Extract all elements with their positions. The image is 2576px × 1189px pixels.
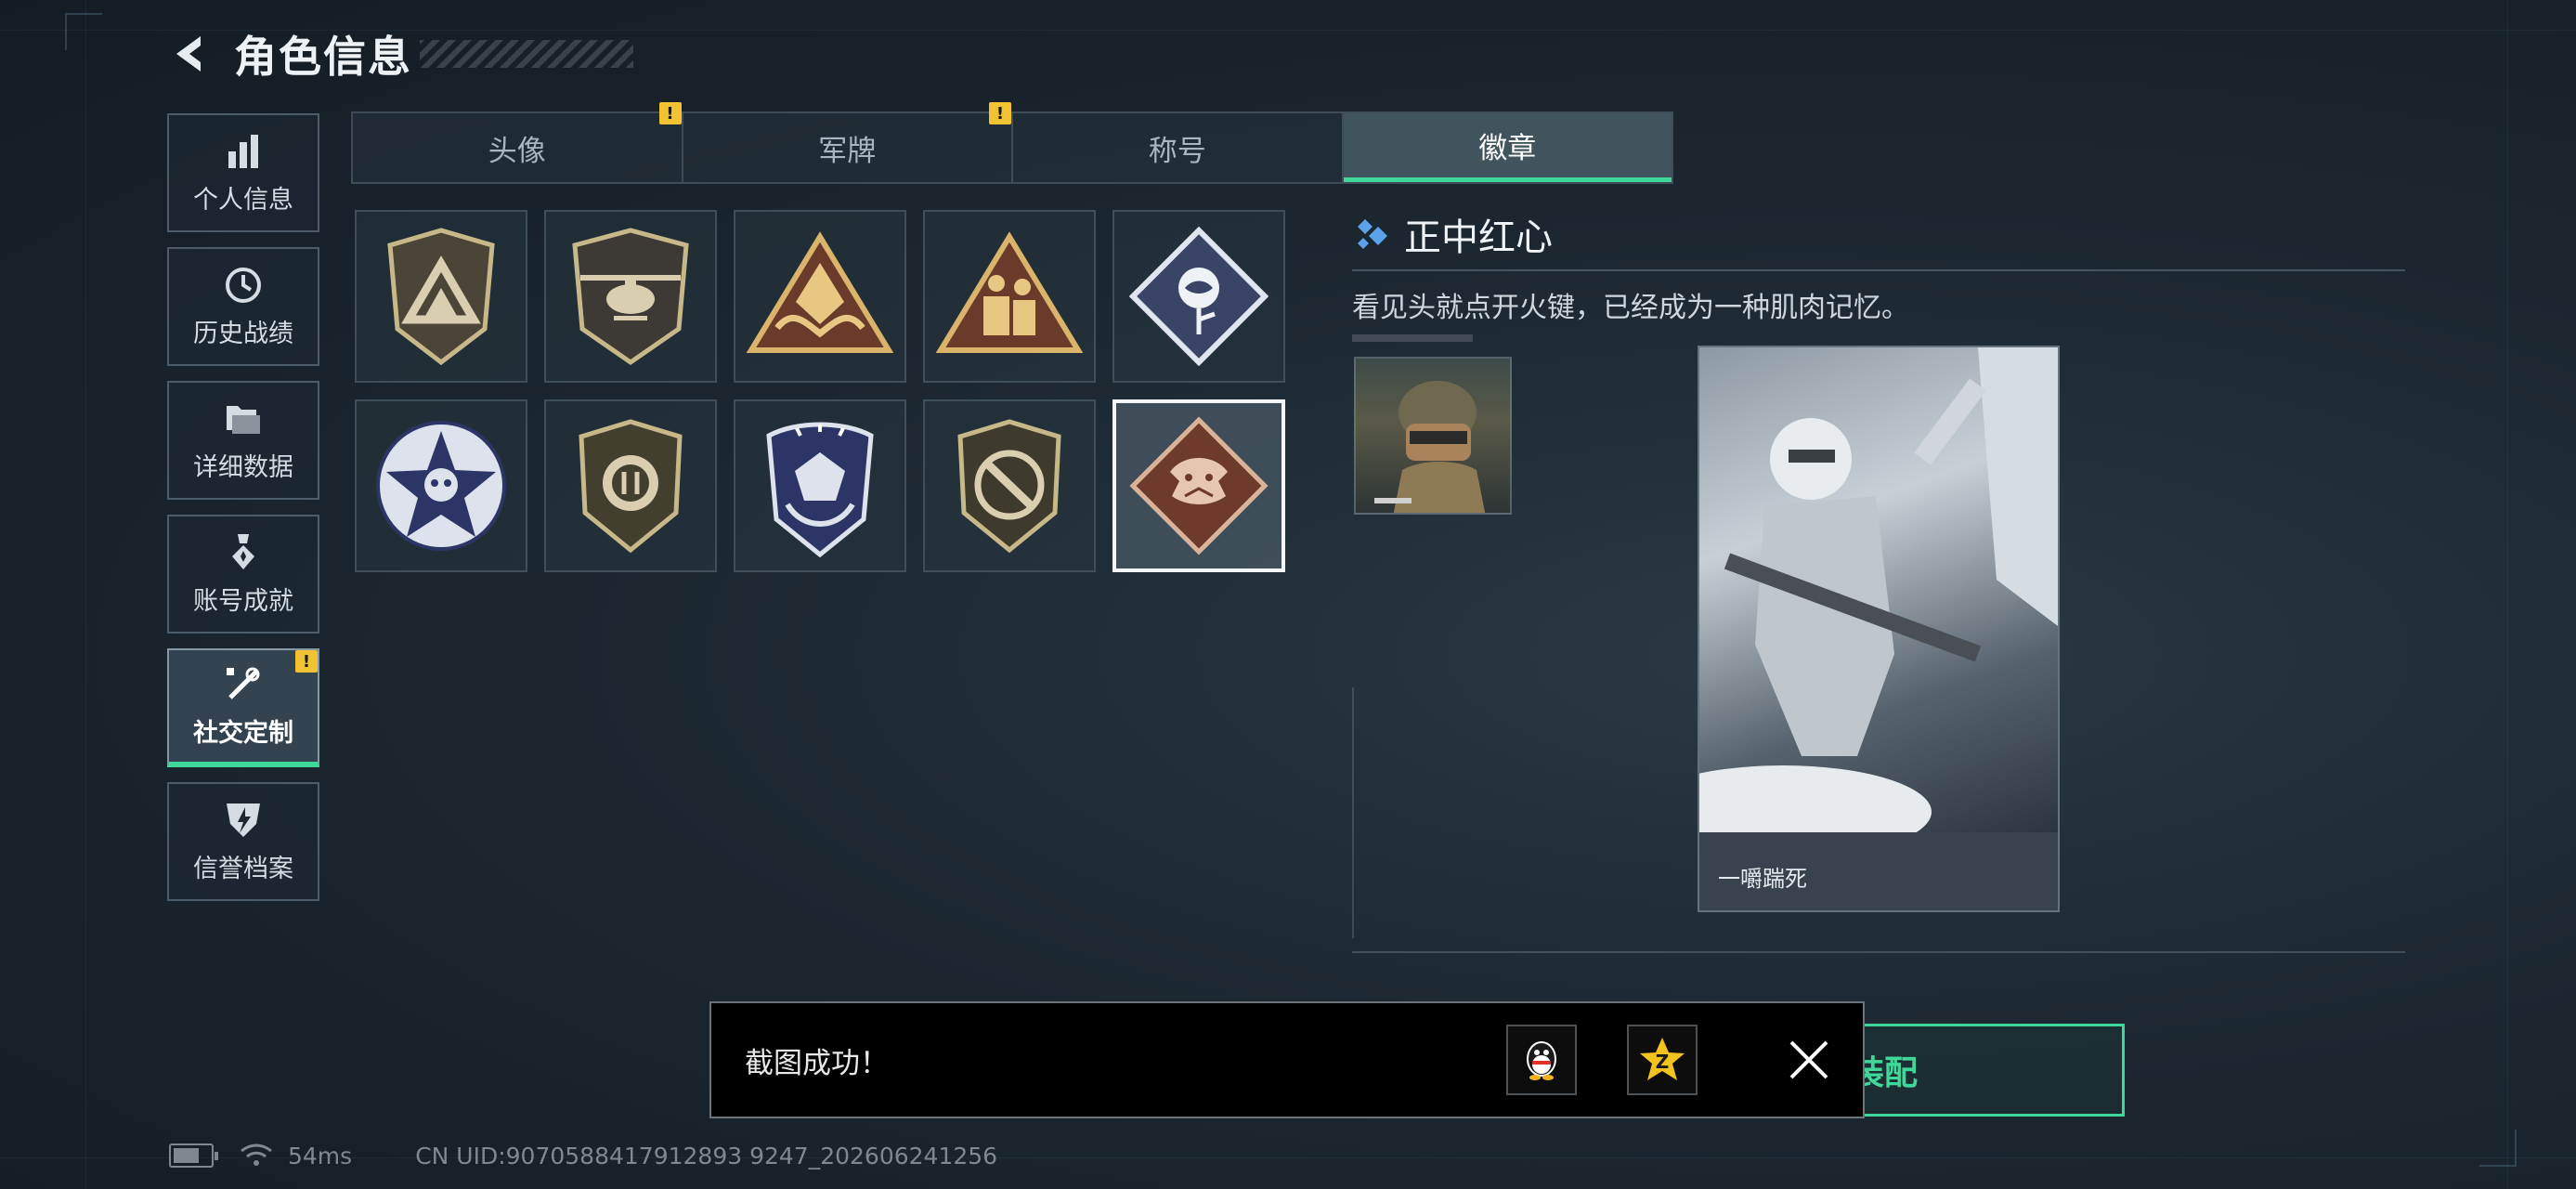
shield-bolt-icon bbox=[223, 800, 264, 841]
share-qq-button[interactable] bbox=[1506, 1025, 1577, 1095]
diamond-icon bbox=[1358, 219, 1387, 249]
helicopter-shield-badge bbox=[572, 228, 689, 366]
qzone-share-icon: Z bbox=[1640, 1038, 1685, 1080]
tools-icon bbox=[223, 664, 264, 705]
armored-soldier-image bbox=[1699, 347, 2058, 858]
tab-badge[interactable]: 徽章 bbox=[1343, 113, 1672, 182]
sidebar-item-label: 信誉档案 bbox=[193, 854, 293, 883]
badge-item[interactable] bbox=[355, 210, 527, 383]
badge-item[interactable] bbox=[923, 399, 1096, 572]
blurred-text bbox=[1352, 334, 1473, 342]
bar-chart-icon bbox=[223, 131, 264, 172]
badge-item[interactable] bbox=[923, 210, 1096, 383]
detail-title-row: 正中红心 bbox=[1352, 206, 2405, 262]
sidebar-item-achievements[interactable]: 账号成就 bbox=[167, 515, 319, 634]
player-card[interactable]: 一嚼踹死 bbox=[1698, 346, 2060, 912]
tab-label: 称号 bbox=[1148, 134, 1206, 168]
folder-icon bbox=[223, 399, 264, 439]
alert-badge: ! bbox=[295, 650, 318, 673]
tab-label: 头像 bbox=[488, 134, 546, 168]
tab-avatar[interactable]: 头像 ! bbox=[353, 102, 683, 182]
badge-item[interactable] bbox=[355, 399, 527, 572]
bg-corner-mark bbox=[65, 13, 102, 50]
tab-label: 军牌 bbox=[818, 134, 877, 168]
badge-item[interactable] bbox=[734, 210, 906, 383]
bg-grid-line bbox=[85, 0, 86, 1189]
divider bbox=[1352, 951, 2405, 953]
sidebar-item-label: 历史战绩 bbox=[193, 319, 293, 348]
tab-title[interactable]: 称号 bbox=[1013, 113, 1344, 182]
gem-triangle-badge bbox=[746, 231, 894, 353]
qq-share-icon bbox=[1527, 1041, 1556, 1080]
tab-label: 徽章 bbox=[1478, 132, 1537, 165]
badge-item[interactable] bbox=[544, 210, 717, 383]
status-bar: 54ms CN UID:9070588417912893 9247_202606… bbox=[169, 1139, 997, 1172]
sidebar-item-label: 个人信息 bbox=[193, 185, 293, 215]
crystal-wreath-badge bbox=[766, 422, 874, 558]
wifi-icon bbox=[241, 1143, 272, 1166]
sidebar-item-label: 社交定制 bbox=[193, 718, 293, 748]
round-shield-badge bbox=[579, 419, 683, 554]
clock-icon bbox=[223, 265, 264, 306]
sidebar-item-label: 账号成就 bbox=[193, 586, 293, 616]
close-icon[interactable] bbox=[1781, 1032, 1837, 1088]
back-arrow-icon[interactable] bbox=[169, 33, 212, 75]
toast-message: 截图成功！ bbox=[745, 1046, 889, 1080]
sidebar-item-personal-info[interactable]: 个人信息 bbox=[167, 113, 319, 232]
sidebar: 个人信息 历史战绩 详细数据 账号成就 ! 社交定制 信誉档案 bbox=[167, 113, 319, 916]
knife-shield-badge bbox=[957, 419, 1061, 554]
alert-badge: ! bbox=[658, 102, 682, 124]
bg-corner-mark bbox=[2479, 1130, 2517, 1167]
badge-item[interactable] bbox=[734, 399, 906, 572]
panel-bracket bbox=[1352, 687, 1354, 938]
avatar-thumbnail[interactable] bbox=[1354, 357, 1512, 515]
card-name: 一嚼踹死 bbox=[1718, 866, 1807, 892]
soldier-portrait-icon bbox=[1374, 381, 1486, 513]
battery-icon bbox=[169, 1143, 218, 1168]
alert-badge: ! bbox=[989, 102, 1011, 124]
medal-icon bbox=[223, 532, 264, 573]
badge-detail-panel: 正中红心 看见头就点开火键，已经成为一种肌肉记忆。 bbox=[1352, 206, 2405, 342]
triangle-shield-badge bbox=[387, 228, 495, 366]
sidebar-item-detail-data[interactable]: 详细数据 bbox=[167, 381, 319, 500]
badge-item-selected[interactable] bbox=[1112, 399, 1285, 572]
sidebar-item-history[interactable]: 历史战绩 bbox=[167, 247, 319, 366]
screenshot-toast: 截图成功！ Z bbox=[709, 1001, 1865, 1118]
share-qzone-button[interactable]: Z bbox=[1627, 1025, 1698, 1095]
divider bbox=[1352, 269, 2405, 271]
sidebar-item-social-custom[interactable]: ! 社交定制 bbox=[167, 648, 319, 767]
badge-description: 看见头就点开火键，已经成为一种肌肉记忆。 bbox=[1352, 292, 1909, 324]
badge-item[interactable] bbox=[544, 399, 717, 572]
sidebar-item-label: 详细数据 bbox=[193, 452, 293, 482]
sidebar-item-reputation[interactable]: 信誉档案 bbox=[167, 782, 319, 901]
card-label-bar: 一嚼踹死 bbox=[1699, 832, 2058, 910]
ping-value: 54ms bbox=[288, 1142, 353, 1169]
soldiers-triangle-badge bbox=[935, 231, 1084, 353]
bg-grid-line bbox=[2507, 0, 2508, 1189]
badge-item[interactable] bbox=[1112, 210, 1285, 383]
title-decoration bbox=[420, 40, 633, 68]
tab-dog-tag[interactable]: 军牌 ! bbox=[683, 102, 1013, 182]
rose-diamond-badge bbox=[1129, 227, 1268, 366]
svg-text:Z: Z bbox=[1656, 1051, 1670, 1073]
badge-name: 正中红心 bbox=[1404, 216, 1553, 259]
uid-text: CN UID:9070588417912893 9247_20260624125… bbox=[415, 1142, 998, 1169]
tab-bar: 头像 ! 军牌 ! 称号 徽章 bbox=[351, 102, 1673, 184]
page-title: 角色信息 bbox=[234, 32, 412, 82]
star-skull-badge bbox=[376, 421, 506, 551]
card-artwork bbox=[1699, 347, 2058, 858]
badge-grid bbox=[355, 210, 1285, 572]
dragon-diamond-badge bbox=[1129, 416, 1268, 555]
header: 角色信息 bbox=[169, 26, 633, 82]
